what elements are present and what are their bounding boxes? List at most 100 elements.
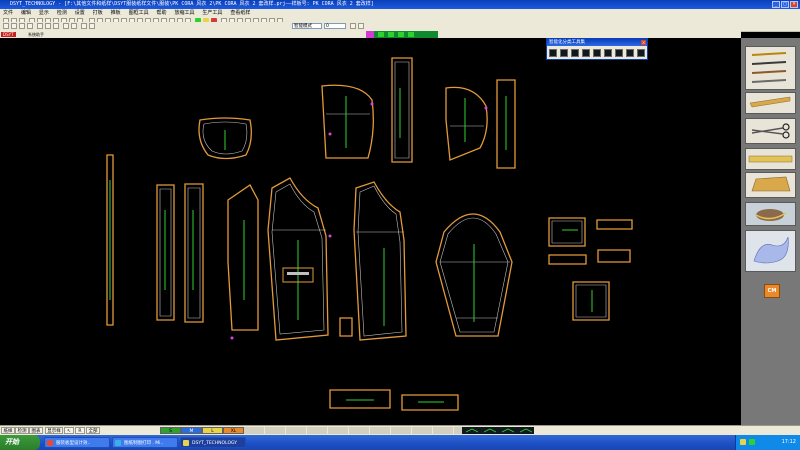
belt-piece-1 — [329, 389, 391, 409]
floating-toolbox-close-button[interactable]: × — [641, 40, 646, 45]
paste-icon[interactable] — [19, 23, 25, 29]
size-slots — [244, 427, 464, 434]
pattern-block-tool[interactable] — [745, 172, 796, 198]
size-xl-swatch[interactable]: XL — [223, 427, 244, 434]
drawing-canvas[interactable] — [0, 38, 741, 425]
patterns-button[interactable]: 纸样 — [1, 427, 15, 434]
right-tool-panel: CM — [741, 38, 800, 425]
toolbox-button-7-icon[interactable] — [615, 49, 623, 57]
size-m-swatch[interactable]: M — [181, 427, 202, 434]
tool-strip — [366, 31, 438, 38]
curve-ruler-icon — [749, 96, 791, 108]
value-input[interactable]: 0 — [324, 23, 346, 29]
line-snap-icon[interactable] — [45, 23, 51, 29]
menu-file[interactable]: 文件 — [0, 9, 16, 17]
grid-snap-icon[interactable] — [53, 23, 59, 29]
point-snap-icon[interactable] — [37, 23, 43, 29]
clock: 17:12 — [781, 439, 796, 445]
menu-frame-tools[interactable]: 图框工具 — [126, 9, 152, 17]
delete-icon[interactable] — [27, 23, 33, 29]
task-dsyt[interactable]: DSYT_TECHNOLOGY — [180, 437, 246, 448]
arrow-button[interactable]: ↖ — [64, 427, 74, 434]
task-pattern-design[interactable]: 服装板型设计效.. — [44, 437, 110, 448]
task-label: 服装板型设计效.. — [56, 441, 91, 446]
angle-icon[interactable] — [63, 23, 69, 29]
floating-toolbox-title: 智能化分类工具集 — [549, 40, 585, 45]
cm-unit-icon[interactable]: CM — [764, 284, 780, 298]
toolbox-button-1-icon[interactable] — [549, 49, 557, 57]
small-strip-1 — [596, 219, 633, 230]
toolbox-button-3-icon[interactable] — [571, 49, 579, 57]
brand-tag: DSYT — [1, 32, 16, 37]
mini-preview-icon — [465, 428, 533, 433]
toolbox-button-5-icon[interactable] — [593, 49, 601, 57]
menu-scale-tools[interactable]: 放缩工具 — [171, 9, 197, 17]
menu-view[interactable]: 显示 — [36, 9, 52, 17]
minimize-button[interactable]: _ — [772, 1, 780, 8]
all-button[interactable]: 全部 — [86, 427, 100, 434]
menu-grading[interactable]: 推板 — [108, 9, 124, 17]
windows-taskbar: 开始 服装板型设计效.. 图纸制图打印 . Mi.. DSYT_TECHNOLO… — [0, 435, 800, 450]
green-tool-2-icon[interactable] — [388, 32, 394, 37]
small-strip-3 — [597, 249, 631, 263]
french-curve-icon — [753, 236, 789, 264]
menu-settings[interactable]: 设置 — [72, 9, 88, 17]
small-strip-2 — [548, 254, 587, 265]
ruler-tool[interactable] — [745, 92, 796, 114]
toolbox-button-6-icon[interactable] — [604, 49, 612, 57]
tray-icon[interactable] — [749, 439, 755, 445]
menu-help[interactable]: 帮助 — [154, 9, 170, 17]
mode-select[interactable]: 智能模式 — [292, 23, 322, 29]
pocket-flap — [548, 217, 586, 247]
menu-view-patterns[interactable]: 查看纸样 — [227, 9, 253, 17]
copy-icon[interactable] — [11, 23, 17, 29]
small-tab — [339, 317, 353, 337]
task-label: 图纸制图打印 . Mi.. — [124, 441, 164, 446]
menu-edit[interactable]: 编辑 — [18, 9, 34, 17]
annotation-icon[interactable] — [81, 23, 87, 29]
inner-lines — [159, 61, 607, 337]
menu-check[interactable]: 检测 — [54, 9, 70, 17]
tape-measure-tool[interactable] — [745, 202, 796, 226]
display-sample-button[interactable]: 显示样 — [45, 427, 63, 434]
side-panel — [227, 184, 259, 331]
size-s-swatch[interactable]: S — [160, 427, 181, 434]
toolbox-button-9-icon[interactable] — [637, 49, 645, 57]
zoom-extent-icon[interactable] — [350, 23, 356, 29]
hide-icon[interactable] — [89, 23, 95, 29]
r-button[interactable]: R — [75, 427, 85, 434]
toolbox-button-4-icon[interactable] — [582, 49, 590, 57]
close-button[interactable]: × — [790, 1, 798, 8]
check-button[interactable]: 检测 — [15, 427, 29, 434]
task-app-icon — [47, 440, 53, 446]
green-tool-4-icon[interactable] — [408, 32, 414, 37]
menu-production-tools[interactable]: 生产工具 — [199, 9, 225, 17]
mode-label: 系统助手 — [28, 32, 44, 37]
menu-drafting[interactable]: 打板 — [90, 9, 106, 17]
size-l-swatch[interactable]: L — [202, 427, 223, 434]
chart-button[interactable]: 图表 — [29, 427, 43, 434]
floating-toolbox-header[interactable]: 智能化分类工具集 × — [547, 39, 647, 46]
start-button[interactable]: 开始 — [0, 435, 40, 450]
toolbox-button-2-icon[interactable] — [560, 49, 568, 57]
straight-ruler-tool[interactable] — [745, 148, 796, 170]
pencil-tools-group[interactable] — [745, 46, 796, 90]
length-icon[interactable] — [71, 23, 77, 29]
tray-icon[interactable] — [740, 439, 746, 445]
french-curve-tool[interactable] — [745, 230, 796, 272]
task-app-icon — [183, 440, 189, 446]
toolbox-button-8-icon[interactable] — [626, 49, 634, 57]
green-tool-icon[interactable] — [378, 32, 384, 37]
task-print-drawing[interactable]: 图纸制图打印 . Mi.. — [112, 437, 178, 448]
window-title-bar: DSYT_TECHNOLOGY - [F:\其他文件和纸样\DSYT服装纸样文件… — [0, 0, 800, 9]
green-tool-3-icon[interactable] — [398, 32, 404, 37]
pink-tool-icon[interactable] — [366, 31, 374, 38]
zoom-previous-icon[interactable] — [358, 23, 364, 29]
pattern-block-icon — [751, 176, 791, 192]
select-all-icon[interactable] — [3, 23, 9, 29]
floating-toolbox[interactable]: 智能化分类工具集 × — [546, 38, 648, 60]
yoke-piece-right — [445, 86, 488, 161]
maximize-button[interactable]: □ — [781, 1, 789, 8]
start-label: 开始 — [5, 438, 19, 446]
scissors-tool[interactable] — [745, 118, 796, 144]
